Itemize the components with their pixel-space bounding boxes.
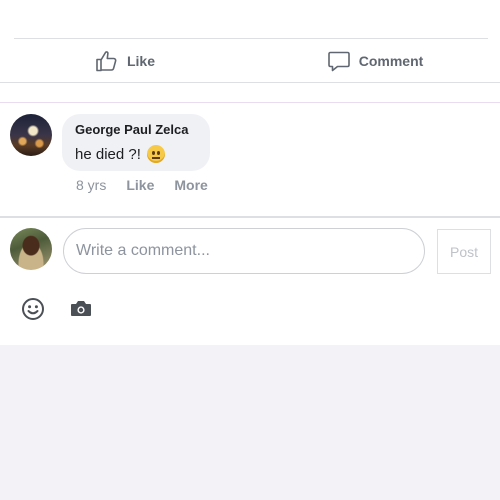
post-button[interactable]: Post — [437, 229, 491, 274]
post-card: Like Comment George Paul Zelca he died ?… — [0, 0, 500, 345]
comment-age: 8 yrs — [76, 177, 107, 193]
commenter-avatar[interactable] — [10, 114, 52, 156]
divider — [0, 216, 500, 218]
camera-icon[interactable] — [70, 299, 92, 319]
smiley-icon[interactable] — [21, 297, 45, 321]
comment-input[interactable] — [63, 228, 425, 274]
comment-author[interactable]: George Paul Zelca — [75, 122, 188, 137]
divider — [0, 102, 500, 103]
speech-bubble-icon — [327, 51, 350, 71]
comment-bubble: George Paul Zelca he died ?! — [62, 114, 210, 171]
like-label: Like — [126, 52, 155, 69]
comment-like-link[interactable]: Like — [126, 177, 154, 193]
user-avatar — [10, 228, 52, 270]
neutral-face-icon — [146, 145, 165, 163]
post-action-bar: Like Comment — [0, 39, 500, 82]
comment-label: Comment — [358, 52, 424, 69]
like-button[interactable]: Like — [0, 39, 250, 82]
comment-text-row: he died ?! — [75, 145, 165, 163]
comment-text: he died ?! — [75, 145, 141, 163]
comment-meta: 8 yrs Like More — [76, 177, 208, 193]
divider — [0, 82, 500, 83]
comment-button[interactable]: Comment — [250, 39, 500, 82]
comment-more-link[interactable]: More — [174, 177, 207, 193]
thumbs-up-icon — [96, 50, 117, 71]
